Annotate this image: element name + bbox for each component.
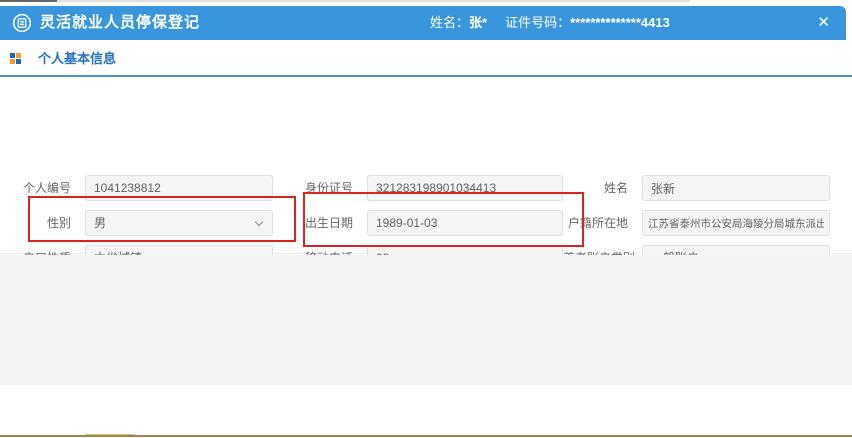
name-label: 姓名： — [430, 15, 469, 30]
section-title: 个人基本信息 — [38, 40, 116, 77]
idcard-value: **************4413 — [570, 15, 670, 30]
birth-date-label: 出生日期 — [273, 210, 367, 236]
id-card-label: 身份证号 — [273, 175, 367, 201]
gender-label: 性别 — [0, 210, 85, 236]
id-card-field — [367, 175, 563, 201]
gender-value: 男 — [94, 216, 106, 230]
form-row-2: 性别 男 出生日期 户籍所在地 — [0, 210, 830, 236]
modal-footer: 确认提交 — [0, 385, 852, 438]
close-icon[interactable]: ✕ — [817, 6, 830, 40]
stop-insurance-modal: 灵活就业人员停保登记 姓名：张*证件号码：**************4413 … — [0, 0, 852, 438]
personal-no-label: 个人编号 — [0, 175, 85, 201]
top-edge-dark-line — [0, 0, 57, 2]
name-field — [642, 175, 830, 201]
gender-select: 男 — [85, 210, 273, 236]
document-badge-icon — [12, 13, 32, 33]
chevron-down-icon — [255, 218, 263, 226]
empty-gray-panel — [0, 255, 852, 385]
section-header: 个人基本信息 — [0, 40, 852, 77]
household-addr-field — [642, 210, 830, 236]
household-addr-label: 户籍所在地 — [563, 210, 642, 236]
person-summary: 姓名：张* 证件号码：**************4413 — [430, 6, 670, 40]
grid-squares-icon — [10, 53, 21, 64]
modal-header: 灵活就业人员停保登记 姓名：张*证件号码：**************4413 … — [0, 6, 846, 40]
name-value: 张* — [469, 15, 487, 30]
bottom-border-line — [0, 435, 852, 437]
personal-no-field — [85, 175, 273, 201]
idcard-label: 证件号码： — [505, 15, 570, 30]
birth-date-field — [367, 210, 563, 236]
top-edge-light-line — [57, 0, 690, 2]
personal-info-form: 个人编号 身份证号 姓名 性别 男 出生日期 户籍所在地 户口性质 本省城镇 — [0, 79, 852, 254]
name-field-label: 姓名 — [563, 175, 642, 201]
modal-title: 灵活就业人员停保登记 — [40, 6, 200, 40]
form-row-1: 个人编号 身份证号 姓名 — [0, 175, 830, 201]
